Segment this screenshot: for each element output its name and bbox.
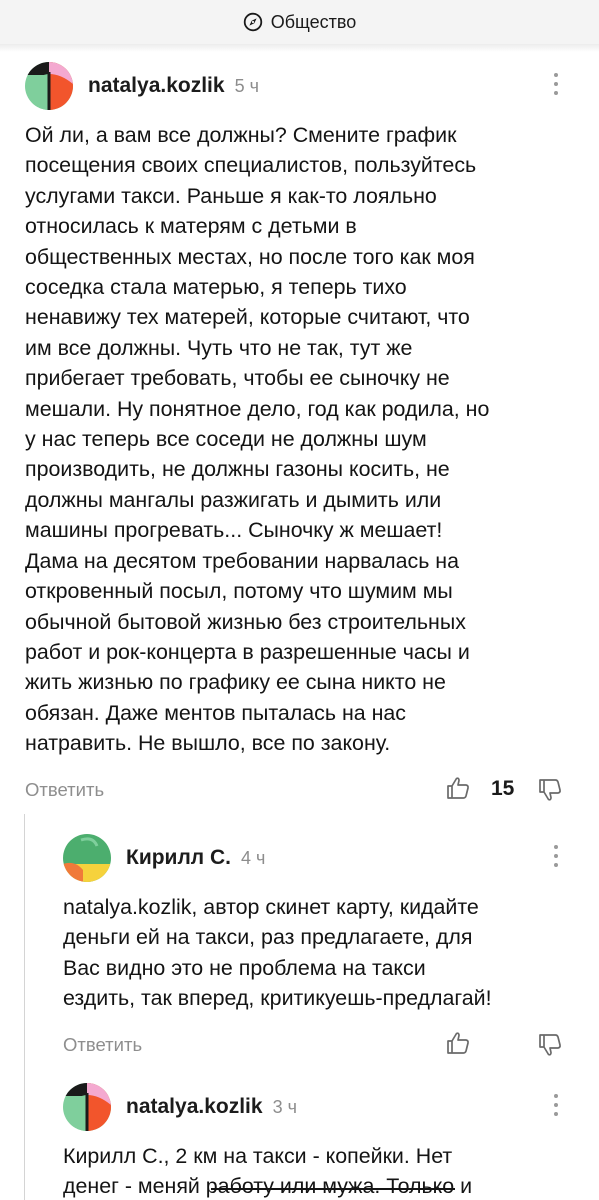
author-name[interactable]: natalya.kozlik — [88, 74, 225, 98]
comment-line: услугами такси. Раньше я как-то лояльно — [25, 183, 437, 208]
top-bar: Общество — [0, 0, 599, 44]
author-name[interactable]: Кирилл С. — [126, 846, 231, 870]
comment-line: мешали. Ну понятное дело, год как родила… — [25, 396, 490, 421]
comment-line: должны мангалы разжигать и дымить или — [25, 487, 442, 512]
thumbs-up-icon[interactable] — [445, 775, 471, 801]
reply-button[interactable]: Ответить — [25, 779, 104, 801]
comment-time: 5 ч — [234, 75, 259, 96]
comment-line: им все должны. Чуть что не так, тут же — [25, 335, 413, 360]
comment-line: natalya.kozlik, автор скинет карту, кида… — [63, 895, 479, 919]
comment-line: Ой ли, а вам все должны? Смените график — [25, 123, 457, 147]
avatar[interactable] — [63, 834, 111, 882]
comment-header: natalya.kozlik 3 ч — [63, 1082, 562, 1132]
score-count: 15 — [491, 776, 515, 800]
comment-text: Ой ли, а вам все должны? Смените график … — [25, 120, 562, 759]
comment-line: жить жизнью по графику ее сына никто не — [25, 670, 446, 695]
comment-line: машины прогревать... Сыночку ж мешает! — [25, 518, 443, 543]
comment-line: производить, не должны газоны косить, не — [25, 457, 450, 482]
comment-line: обязан. Даже ментов пыталась на нас — [25, 700, 406, 725]
strikethrough-mark — [211, 1188, 455, 1190]
more-menu-icon[interactable] — [550, 73, 562, 99]
comment-line: общественных местах, но после того как м… — [25, 244, 475, 269]
comment-text: natalya.kozlik, автор скинет карту, кида… — [63, 892, 562, 1014]
comment-line: обычной бытовой жизнью без строительных — [25, 609, 466, 634]
comment-header: Кирилл С. 4 ч — [63, 833, 562, 883]
comment-line: денег - меняй работу или мужа. Только и — [63, 1174, 473, 1199]
page-title[interactable]: Общество — [271, 12, 357, 33]
comment-time: 3 ч — [272, 1096, 297, 1117]
comment-line: Дама на десятом требовании нарвалась на — [25, 548, 460, 573]
comment-line: Кирилл С., 2 км на такси - копейки. Нет — [63, 1144, 453, 1168]
thumbs-down-icon[interactable] — [537, 1032, 563, 1058]
avatar[interactable] — [63, 1083, 111, 1131]
comment-line: Вас видно это не проблема на такси — [63, 955, 426, 980]
comment-line: ездить, так вперед, критикуешь-предлагай… — [63, 986, 492, 1011]
comment-time: 4 ч — [240, 847, 266, 868]
comment-line: у нас теперь все соседи не должны шум — [25, 427, 427, 452]
compass-icon — [243, 12, 262, 32]
comment-line: посещения своих специалистов, пользуйтес… — [25, 153, 477, 178]
thumbs-down-icon[interactable] — [537, 777, 563, 803]
avatar[interactable] — [25, 62, 73, 110]
comment-actions: Ответить 15 — [25, 773, 562, 813]
comment-text: Кирилл С., 2 км на такси - копейки. Нет … — [63, 1141, 562, 1200]
thread-line — [24, 814, 25, 1200]
comment: Кирилл С. 4 ч natalya.kozlik, автор скин… — [63, 833, 562, 1068]
comment-line: ненавижу тех матерей, которые считают, ч… — [25, 305, 470, 330]
comment-line: откровенный посыл, потому что шумим мы — [25, 579, 453, 604]
comment-line: натравить. Не вышло, все по закону. — [25, 731, 391, 756]
reply-button[interactable]: Ответить — [63, 1034, 142, 1056]
comment-line: деньги ей на такси, раз предлагаете, для — [63, 925, 473, 950]
more-menu-icon[interactable] — [550, 1094, 562, 1120]
comment-actions: Ответить — [63, 1028, 562, 1068]
top-bar-shadow — [0, 44, 599, 52]
comment-line: относилась к матерям с детьми в — [25, 214, 357, 239]
thumbs-up-icon[interactable] — [445, 1030, 471, 1056]
comment-header: natalya.kozlik 5 ч — [25, 61, 562, 111]
comment-line: соседка стала матерью, я теперь тихо — [25, 275, 407, 300]
comment: natalya.kozlik 5 ч Ой ли, а вам все долж… — [25, 61, 562, 813]
more-menu-icon[interactable] — [550, 845, 562, 871]
comment: natalya.kozlik 3 ч Кирилл С., 2 км на та… — [63, 1082, 562, 1200]
comment-line: прибегает требовать, чтобы ее сыночку не — [25, 366, 450, 391]
author-name[interactable]: natalya.kozlik — [126, 1095, 263, 1119]
comment-line: работ и рок-концерта в разрешенные часы … — [25, 639, 470, 664]
